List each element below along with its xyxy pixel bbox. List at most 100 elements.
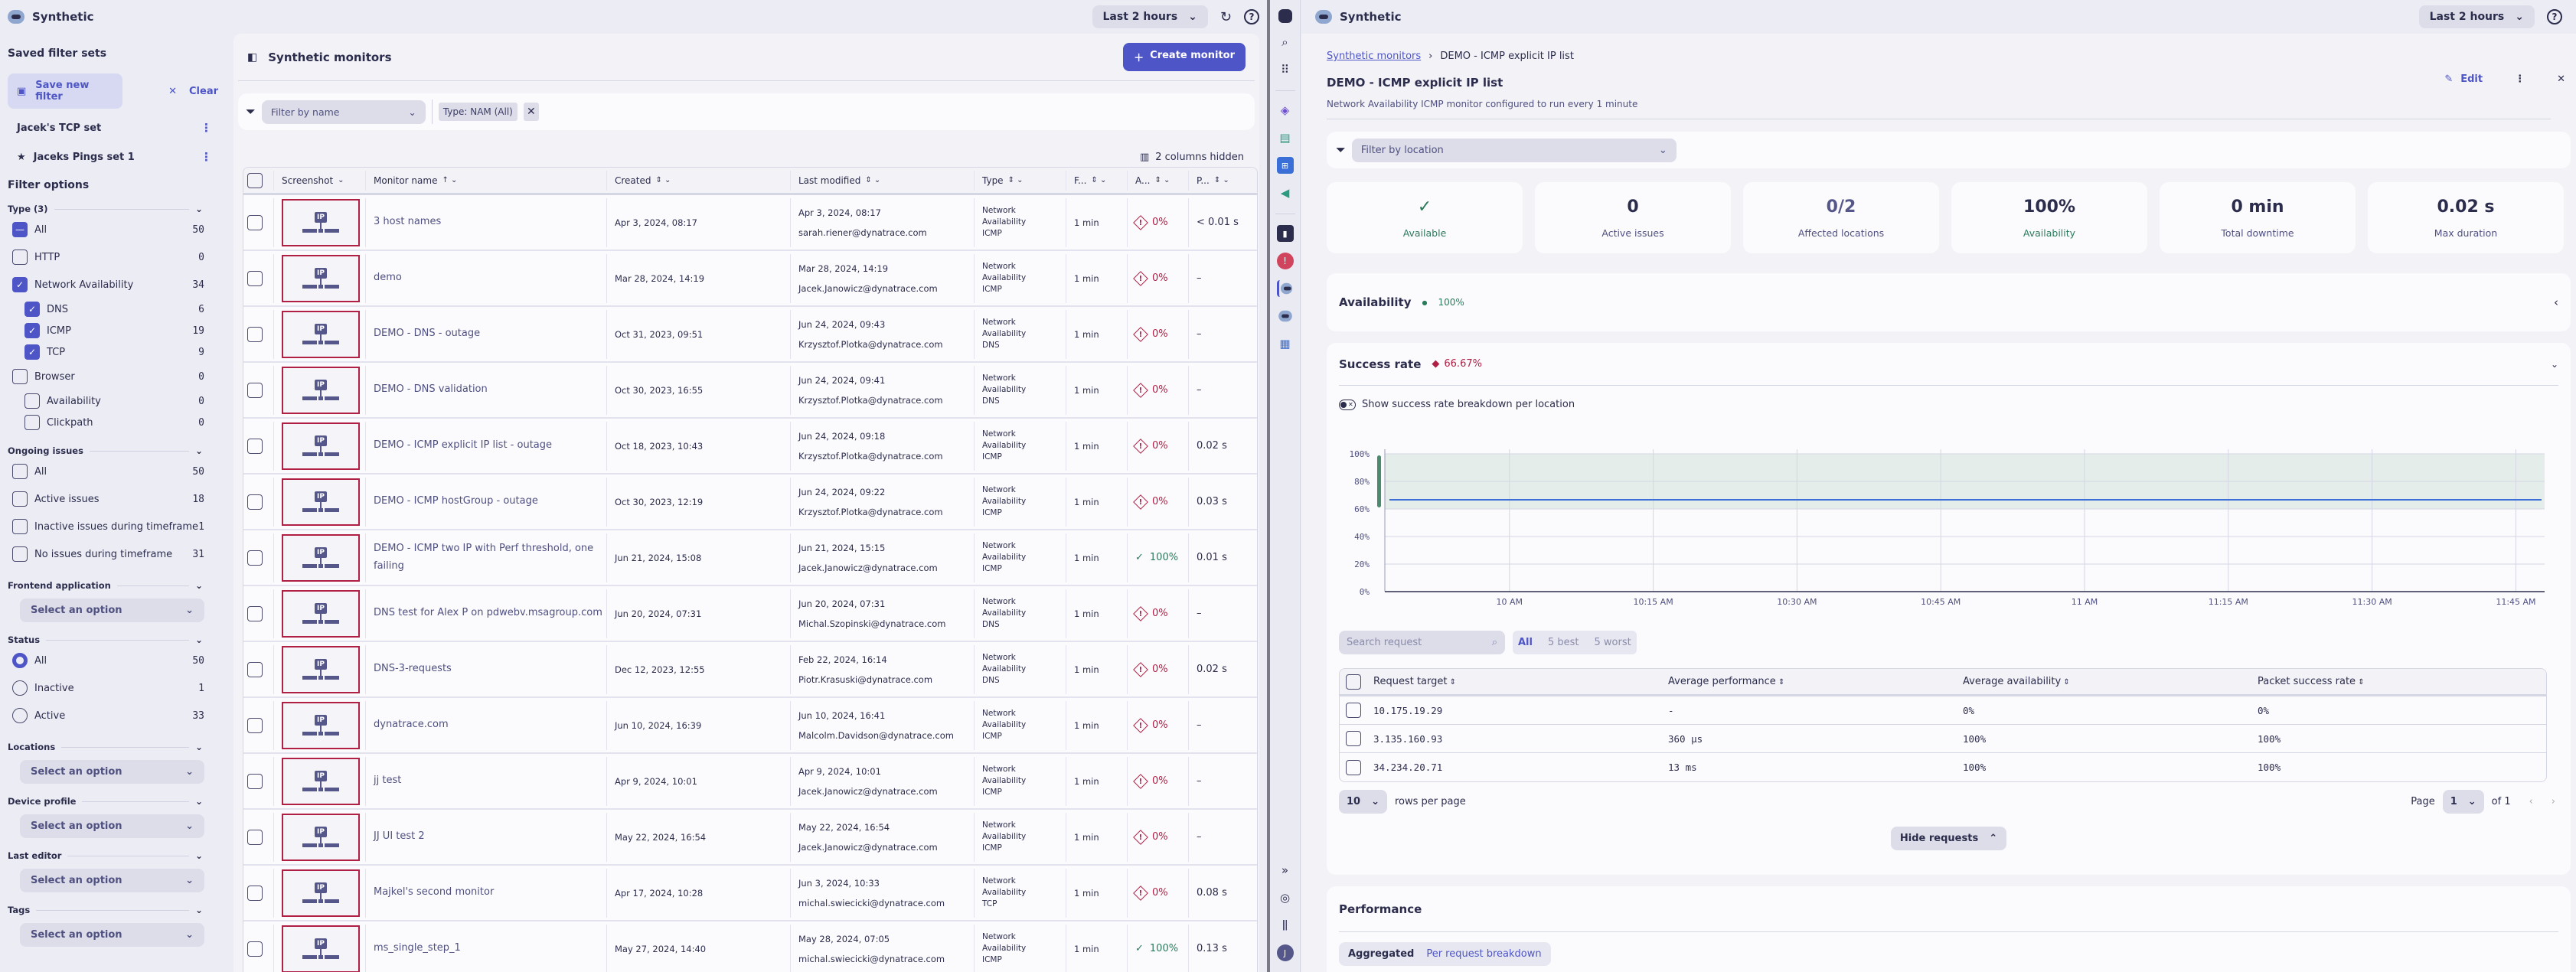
device-profile-select[interactable]: Select an option ⌄	[20, 814, 204, 838]
column-header[interactable]: Created ⇕ ⌄	[607, 170, 791, 191]
checkbox[interactable]: ✓	[12, 277, 28, 292]
table-row[interactable]: IP DEMO - ICMP explicit IP list - outage O…	[243, 419, 1257, 475]
row-checkbox[interactable]	[247, 382, 263, 398]
rows-per-page-select[interactable]: 10 ⌄	[1339, 790, 1387, 814]
previous-page-icon[interactable]: ‹	[2529, 796, 2533, 807]
apps-grid-icon[interactable]: ⠿	[1277, 61, 1294, 78]
column-header[interactable]: Last modified ⇕ ⌄	[791, 170, 975, 191]
monitor-name-link[interactable]: dynatrace.com	[374, 716, 449, 734]
select-all-checkbox[interactable]	[1345, 674, 1361, 690]
select-all-checkbox[interactable]	[247, 172, 263, 188]
table-row[interactable]: IP jj test Apr 9, 2024, 10:01 Apr 9, 2024, …	[243, 754, 1257, 810]
monitor-thumbnail[interactable]: IP	[282, 422, 360, 470]
row-checkbox[interactable]	[247, 326, 263, 342]
table-row[interactable]: IP DEMO - DNS validation Oct 30, 2023, 16:…	[243, 363, 1257, 419]
request-row[interactable]: 3.135.160.93 360 µs 100% 100%	[1340, 725, 2546, 753]
monitor-thumbnail[interactable]: IP	[282, 198, 360, 246]
support-icon[interactable]: ◎	[1277, 889, 1294, 906]
checkbox[interactable]	[12, 250, 28, 265]
radio[interactable]	[12, 653, 28, 668]
issue-option[interactable]: Inactive issues during timeframe 1	[8, 513, 218, 540]
row-checkbox[interactable]	[247, 270, 263, 286]
column-header[interactable]: Monitor name ↑ ⌄	[366, 170, 607, 191]
chevron-down-icon[interactable]: ⌄	[2551, 359, 2558, 370]
type-option[interactable]: ✓ TCP 9	[8, 341, 218, 363]
row-checkbox[interactable]	[247, 438, 263, 454]
checkbox[interactable]	[12, 519, 28, 534]
column-header[interactable]: Screenshot ⌄	[274, 170, 366, 191]
device-profile-header[interactable]: Device profile ⌄	[8, 794, 218, 808]
row-checkbox[interactable]	[247, 494, 263, 510]
locations-select[interactable]: Select an option ⌄	[20, 760, 204, 784]
row-checkbox[interactable]	[247, 773, 263, 789]
monitor-thumbnail[interactable]: IP	[282, 925, 360, 972]
issue-option[interactable]: Active issues 18	[8, 485, 218, 513]
monitor-thumbnail[interactable]: IP	[282, 589, 360, 638]
next-page-icon[interactable]: ›	[2552, 796, 2555, 807]
column-header[interactable]: P... ⇕ ⌄	[1189, 171, 1250, 191]
search-request-input[interactable]: Search request ⌕	[1339, 631, 1505, 654]
checkbox[interactable]	[12, 546, 28, 562]
type-group-header[interactable]: Type (3) ⌄	[8, 202, 218, 216]
locations-header[interactable]: Locations ⌄	[8, 740, 218, 754]
type-option[interactable]: HTTP 0	[8, 243, 218, 271]
request-row[interactable]: 10.175.19.29 - 0% 0%	[1340, 696, 2546, 725]
save-new-filter-button[interactable]: ▣ Save new filter	[8, 73, 123, 109]
filter-by-name-input[interactable]: Filter by name ⌄	[261, 99, 426, 124]
ongoing-issues-header[interactable]: Ongoing issues ⌄	[8, 444, 218, 458]
tags-select[interactable]: Select an option ⌄	[20, 923, 204, 947]
more-options-icon[interactable]: ⋮	[201, 121, 212, 135]
monitor-name-link[interactable]: ms_single_step_1	[374, 940, 461, 957]
checkbox[interactable]	[12, 464, 28, 479]
column-header[interactable]: F... ⇕ ⌄	[1066, 170, 1128, 191]
edit-button[interactable]: ✎ Edit	[2444, 73, 2483, 85]
close-icon[interactable]: ✕	[2557, 73, 2565, 85]
monitor-name-link[interactable]: Majkel's second monitor	[374, 884, 494, 902]
segment-option[interactable]: 5 worst	[1595, 637, 1631, 648]
problems-app-icon[interactable]: !	[1276, 253, 1294, 269]
issue-option[interactable]: All 50	[8, 458, 218, 485]
row-checkbox[interactable]	[1345, 703, 1361, 718]
table-row[interactable]: IP DNS-3-requests Dec 12, 2023, 12:55 Feb 2…	[243, 642, 1257, 698]
monitor-thumbnail[interactable]: IP	[282, 366, 360, 414]
create-monitor-button[interactable]: ＋ Create monitor	[1123, 43, 1246, 71]
checkbox[interactable]	[12, 491, 28, 507]
column-header[interactable]: Request target ⇕	[1373, 676, 1668, 687]
monitor-thumbnail[interactable]: IP	[282, 869, 360, 917]
row-checkbox[interactable]	[247, 550, 263, 566]
hide-requests-button[interactable]: Hide requests ⌃	[1890, 827, 2007, 850]
frontend-application-select[interactable]: Select an option ⌄	[20, 599, 204, 622]
help-icon[interactable]: ?	[1244, 9, 1259, 24]
collapse-sidebar-icon[interactable]: ◧	[247, 51, 257, 64]
row-checkbox[interactable]	[247, 605, 263, 621]
dashboards-app-icon[interactable]: ▤	[1277, 129, 1294, 146]
row-checkbox[interactable]	[247, 829, 263, 845]
smartscape-app-icon[interactable]: ◈	[1277, 102, 1294, 119]
table-row[interactable]: IP JJ UI test 2 May 22, 2024, 16:54 May 22,…	[243, 810, 1257, 866]
monitor-thumbnail[interactable]: IP	[282, 701, 360, 749]
monitor-name-link[interactable]: demo	[374, 269, 402, 287]
table-row[interactable]: IP dynatrace.com Jun 10, 2024, 16:39 Jun 10…	[243, 698, 1257, 754]
checkbox[interactable]: ✓	[24, 344, 40, 360]
type-filter-chip[interactable]: Type: NAM (All)	[438, 103, 517, 121]
monitor-thumbnail[interactable]: IP	[282, 813, 360, 861]
monitor-name-link[interactable]: DEMO - ICMP explicit IP list - outage	[374, 437, 552, 455]
monitor-name-link[interactable]: jj test	[374, 772, 401, 790]
radio[interactable]	[12, 680, 28, 696]
checkbox[interactable]	[24, 393, 40, 409]
checkbox[interactable]	[12, 369, 28, 384]
table-row[interactable]: IP demo Mar 28, 2024, 14:19 Mar 28, 2024, 1…	[243, 251, 1257, 307]
last-editor-select[interactable]: Select an option ⌄	[20, 869, 204, 892]
more-options-icon[interactable]: ⋮	[201, 150, 212, 164]
tags-header[interactable]: Tags ⌄	[8, 903, 218, 917]
row-checkbox[interactable]	[1345, 759, 1361, 775]
row-checkbox[interactable]	[247, 885, 263, 901]
table-row[interactable]: IP 3 host names Apr 3, 2024, 08:17 Apr 3, 2…	[243, 195, 1257, 251]
segment-option[interactable]: 5 best	[1548, 637, 1579, 648]
type-option[interactable]: Availability 0	[8, 390, 218, 412]
refresh-icon[interactable]: ↻	[1220, 9, 1232, 25]
monitor-thumbnail[interactable]: IP	[282, 533, 360, 582]
breakdown-toggle[interactable]: ✕	[1339, 399, 1356, 410]
issue-option[interactable]: No issues during timeframe 31	[8, 540, 218, 568]
page-select[interactable]: 1 ⌄	[2442, 790, 2484, 814]
